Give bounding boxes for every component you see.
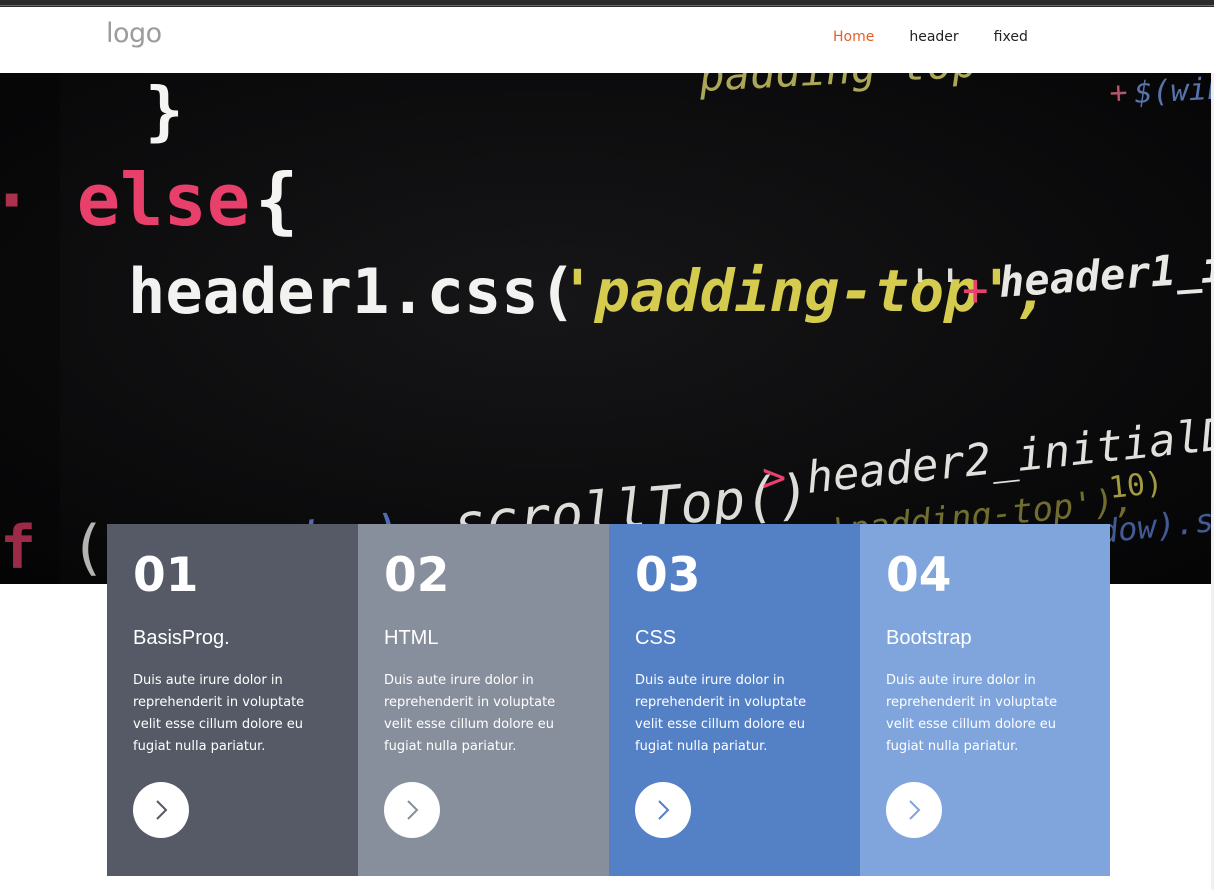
card-title: Bootstrap — [886, 627, 972, 649]
site-header: logo Home header fixed — [0, 7, 1214, 73]
page: logo Home header fixed padding-top + $(w… — [0, 0, 1214, 890]
chevron-right-icon — [909, 800, 921, 820]
svg-text:+: + — [1109, 75, 1129, 111]
svg-text:(: ( — [70, 513, 106, 583]
card-text: Duis aute irure dolor in reprehenderit i… — [384, 673, 556, 754]
svg-text:'': '' — [905, 259, 965, 317]
card-text: Duis aute irure dolor in reprehenderit i… — [635, 673, 807, 754]
card-number: 04 — [886, 548, 952, 603]
card-bootstrap: 04 Bootstrap Duis aute irure dolor in re… — [860, 524, 1110, 876]
svg-text:>: > — [762, 455, 786, 501]
card-text: Duis aute irure dolor in reprehenderit i… — [133, 673, 305, 754]
card-html: 02 HTML Duis aute irure dolor in reprehe… — [358, 524, 609, 876]
card-number: 03 — [635, 548, 701, 603]
hero-code-line-window: $(windo — [1134, 73, 1214, 111]
card-next-button[interactable] — [384, 782, 440, 838]
card-title: BasisProg. — [133, 627, 230, 649]
site-logo[interactable]: logo — [106, 18, 162, 49]
hero-code-image: padding-top + $(windo } · else { header1… — [0, 73, 1214, 584]
card-css: 03 CSS Duis aute irure dolor in reprehen… — [609, 524, 860, 876]
browser-top-edge — [0, 0, 1214, 7]
svg-text:{: { — [255, 158, 298, 242]
hero-code-line-brace: } — [145, 75, 184, 149]
nav-item-home[interactable]: Home — [833, 29, 874, 45]
hero-code-illustration: padding-top + $(windo } · else { header1… — [0, 73, 1214, 584]
card-next-button[interactable] — [133, 782, 189, 838]
chevron-right-icon — [658, 800, 670, 820]
card-number: 01 — [133, 548, 199, 603]
chevron-right-icon — [407, 800, 419, 820]
svg-text:+: + — [962, 265, 989, 316]
card-basisprog: 01 BasisProg. Duis aute irure dolor in r… — [107, 524, 358, 876]
nav-item-header[interactable]: header — [909, 29, 958, 45]
card-title: HTML — [384, 627, 439, 649]
feature-cards: 01 BasisProg. Duis aute irure dolor in r… — [107, 524, 1110, 876]
svg-text:header1.css(: header1.css( — [128, 255, 576, 328]
chevron-right-icon — [156, 800, 168, 820]
card-text: Duis aute irure dolor in reprehenderit i… — [886, 673, 1058, 754]
card-number: 02 — [384, 548, 450, 603]
nav-item-fixed[interactable]: fixed — [994, 29, 1028, 45]
card-next-button[interactable] — [886, 782, 942, 838]
card-next-button[interactable] — [635, 782, 691, 838]
card-title: CSS — [635, 627, 677, 649]
main-nav: Home header fixed — [833, 29, 1063, 45]
